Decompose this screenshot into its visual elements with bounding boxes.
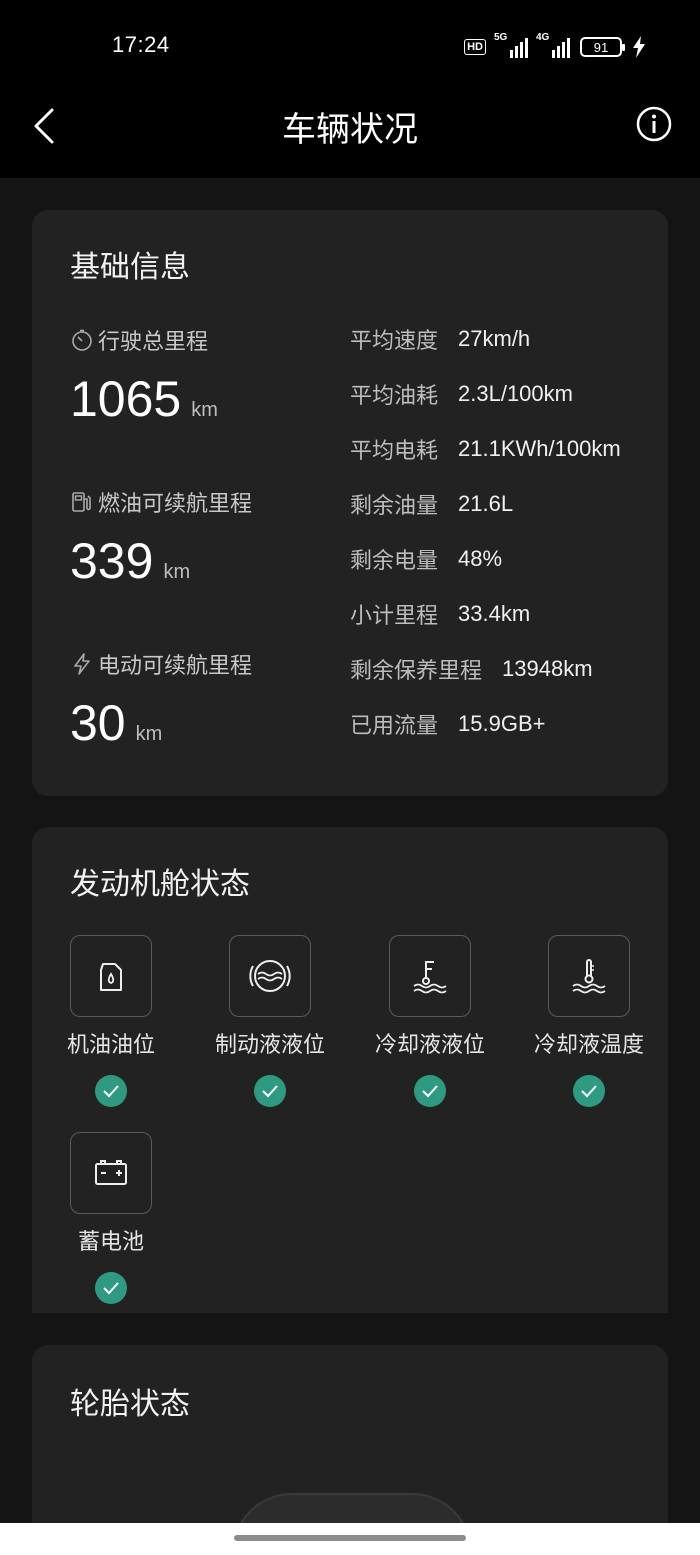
check-icon <box>414 1075 446 1107</box>
fuel-range-label: 燃油可续航里程 <box>70 486 252 518</box>
status-bar: 17:24 HD 5G 4G 91 <box>0 0 700 92</box>
stat-row: 平均电耗 21.1KWh/100km <box>350 435 621 464</box>
engine-item-oil[interactable]: 机油油位 <box>31 935 191 1107</box>
signal-4g-icon: 4G <box>536 32 570 58</box>
coolant-temperature-icon <box>572 959 606 994</box>
signal-5g-icon: 5G <box>494 32 528 58</box>
check-icon <box>95 1272 127 1304</box>
brake-fluid-icon <box>249 960 291 992</box>
check-icon <box>254 1075 286 1107</box>
fuel-range-value: 339 km <box>70 533 191 589</box>
tire-status-title: 轮胎状态 <box>70 1387 190 1422</box>
check-icon <box>573 1075 605 1107</box>
engine-item-battery[interactable]: 蓄电池 <box>31 1132 191 1304</box>
battery-icon <box>95 1160 127 1185</box>
home-indicator[interactable] <box>234 1535 466 1541</box>
check-icon <box>95 1075 127 1107</box>
stat-row: 平均速度 27km/h <box>350 325 531 354</box>
stat-row: 已用流量 15.9GB+ <box>350 710 546 739</box>
stat-row: 剩余保养里程 13948km <box>350 655 593 684</box>
status-time: 17:24 <box>112 32 170 57</box>
lightning-icon <box>74 653 90 675</box>
charging-bolt-icon <box>633 36 645 58</box>
total-mileage-value: 1065 km <box>70 371 218 427</box>
coolant-level-icon <box>413 961 447 994</box>
engine-status-card: 发动机舱状态 机油油位 制动液液位 冷却液液位 冷却液温度 蓄电池 <box>32 827 668 1313</box>
engine-item-coolant-level[interactable]: 冷却液液位 <box>350 935 510 1107</box>
app-header: 车辆状况 <box>0 92 700 178</box>
page-title: 车辆状况 <box>282 110 418 150</box>
stopwatch-icon <box>72 329 92 351</box>
hd-voice-icon: HD <box>464 39 486 55</box>
engine-item-coolant-temperature[interactable]: 冷却液温度 <box>509 935 669 1107</box>
basic-info-card: 基础信息 行驶总里程 1065 km 燃油可续航里程 339 km 电动可续航里… <box>32 210 668 796</box>
total-mileage-label: 行驶总里程 <box>70 324 208 356</box>
engine-status-title: 发动机舱状态 <box>70 867 250 902</box>
battery-status-icon: 91 <box>580 37 625 57</box>
stats-list: 平均速度 27km/h 平均油耗 2.3L/100km 平均电耗 21.1KWh/10… <box>350 311 621 751</box>
basic-info-title: 基础信息 <box>70 250 190 285</box>
stat-row: 剩余油量 21.6L <box>350 490 514 519</box>
fuel-pump-icon <box>72 492 91 512</box>
engine-item-brake-fluid[interactable]: 制动液液位 <box>190 935 350 1107</box>
status-icons: HD 5G 4G 91 <box>464 32 646 60</box>
oil-can-icon <box>100 963 122 991</box>
info-icon[interactable] <box>636 106 672 142</box>
electric-range-value: 30 km <box>70 695 163 751</box>
stat-row: 剩余电量 48% <box>350 545 503 574</box>
gesture-bar-area <box>0 1523 700 1555</box>
stat-row: 小计里程 33.4km <box>350 600 531 629</box>
electric-range-label: 电动可续航里程 <box>70 648 252 680</box>
stat-row: 平均油耗 2.3L/100km <box>350 380 573 409</box>
